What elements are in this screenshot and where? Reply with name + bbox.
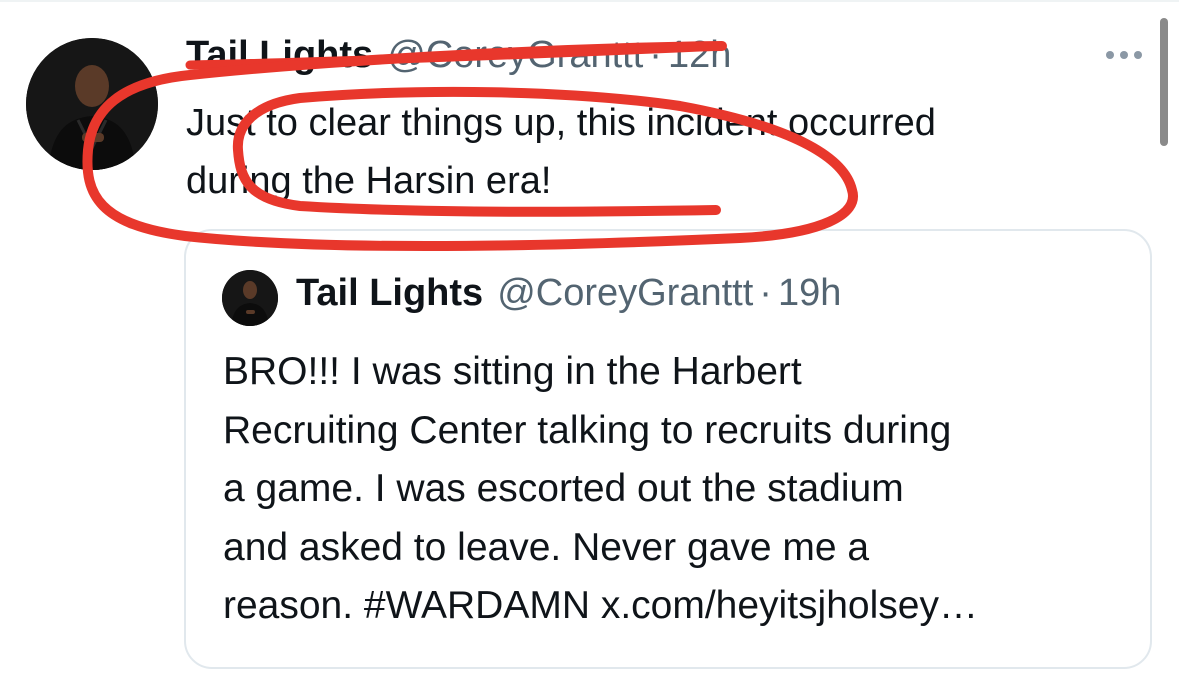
tweet-text: Just to clear things up, this incident o… bbox=[186, 102, 936, 202]
tweet-screen: Tail Lights @CoreyGranttt · 12h Just to … bbox=[0, 0, 1179, 677]
tweet-header: Tail Lights @CoreyGranttt · 12h bbox=[186, 34, 731, 82]
author-avatar[interactable] bbox=[26, 38, 158, 170]
profile-photo bbox=[26, 38, 158, 170]
top-divider bbox=[0, 0, 1179, 2]
quoted-author-name: Tail Lights bbox=[296, 272, 484, 314]
scrollbar[interactable] bbox=[1160, 18, 1168, 146]
quoted-author-handle: @CoreyGranttt bbox=[497, 272, 754, 314]
quoted-tweet-timestamp: 19h bbox=[777, 272, 842, 314]
author-handle[interactable]: @CoreyGranttt bbox=[387, 34, 643, 77]
quoted-tweet-text: BRO!!! I was sitting in the Harbert Recr… bbox=[223, 350, 978, 627]
profile-photo bbox=[222, 270, 278, 326]
separator-dot: · bbox=[649, 34, 662, 76]
quoted-author-avatar bbox=[222, 270, 278, 326]
more-dots-icon[interactable] bbox=[1096, 40, 1152, 70]
tweet-timestamp[interactable]: 12h bbox=[668, 34, 731, 77]
quoted-tweet-header: Tail Lights @CoreyGranttt · 19h bbox=[296, 272, 841, 320]
author-name[interactable]: Tail Lights bbox=[186, 34, 373, 77]
quoted-separator-dot: · bbox=[759, 272, 772, 314]
